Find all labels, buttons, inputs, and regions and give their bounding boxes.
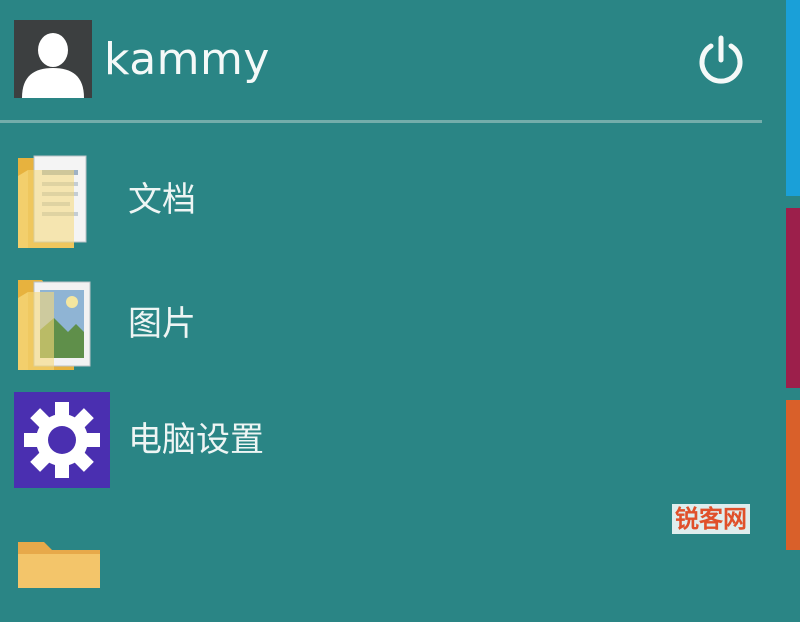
menu-item-label: 文档 bbox=[128, 180, 196, 220]
menu-item-pc-settings[interactable]: 电脑设置 bbox=[0, 392, 770, 502]
documents-folder-icon bbox=[14, 148, 94, 250]
tile-crimson[interactable] bbox=[786, 208, 800, 388]
folder-icon bbox=[14, 528, 104, 588]
gear-icon bbox=[14, 392, 110, 488]
tile-blue[interactable] bbox=[786, 0, 800, 196]
user-avatar-icon[interactable] bbox=[14, 20, 92, 98]
power-button[interactable] bbox=[693, 32, 749, 88]
user-name[interactable]: kammy bbox=[104, 30, 270, 90]
pictures-folder-icon bbox=[14, 270, 94, 372]
menu-item-documents[interactable]: 文档 bbox=[0, 148, 770, 258]
menu-item-pictures[interactable]: 图片 bbox=[0, 270, 770, 380]
menu-item-partial[interactable] bbox=[0, 512, 770, 622]
header-divider bbox=[0, 120, 762, 123]
menu-item-label: 电脑设置 bbox=[128, 420, 264, 460]
power-icon bbox=[699, 35, 743, 84]
watermark: 锐客网 bbox=[672, 504, 750, 534]
start-tiles-strip bbox=[786, 0, 800, 550]
start-menu-header: kammy bbox=[0, 0, 780, 120]
tile-orange[interactable] bbox=[786, 400, 800, 550]
menu-item-label: 图片 bbox=[128, 304, 196, 344]
